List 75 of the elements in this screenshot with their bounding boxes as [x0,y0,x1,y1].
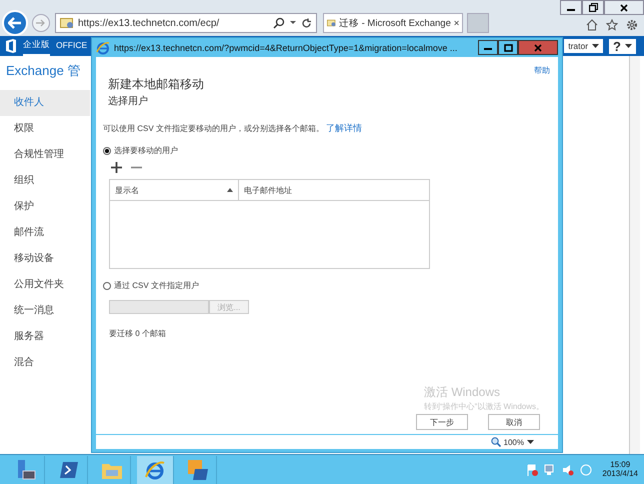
app-bar-link[interactable]: 企业版 [23,36,50,56]
zoom-icon[interactable] [490,437,501,447]
restore-button[interactable] [582,0,604,15]
sidebar-item[interactable]: 合规性管理 [0,142,90,168]
page-icon [327,17,336,29]
browser-icon [144,458,166,480]
caret-icon [592,44,600,48]
sidebar-item[interactable]: 移动设备 [0,246,90,272]
dialog-heading: 新建本地邮箱移动 [108,76,205,93]
clock-date[interactable]: 2013/4/14 [602,470,638,478]
minimize-button[interactable] [478,40,498,55]
server-icon [15,458,37,480]
page-icon [60,17,74,29]
sidebar-item[interactable]: 权限 [0,116,90,142]
sidebar-item[interactable]: 服务器 [0,324,90,350]
caret-icon [625,44,632,48]
caret-icon[interactable] [289,20,297,26]
office-logo-icon[interactable] [5,39,17,53]
add-icon[interactable] [111,162,122,173]
refresh-icon[interactable] [301,18,312,28]
close-icon [534,44,542,52]
help-link[interactable]: 帮助 [534,65,550,76]
dialog-subheading: 选择用户 [108,94,149,108]
close-button[interactable] [604,0,644,15]
minimize-button[interactable] [560,0,582,15]
dialog-button[interactable]: 下一步 [416,414,468,430]
file-path-field[interactable] [109,300,209,314]
close-icon[interactable] [454,19,459,27]
description-text: 可以使用 CSV 文件指定要移动的用户，或分别选择各个邮箱。 [103,123,324,134]
dialog-button[interactable]: 取消 [488,414,540,430]
address-field[interactable]: https://ex13.technetcn.com/ecp/ [55,13,317,33]
radio-option[interactable]: 通过 CSV 文件指定用户 [103,280,550,291]
scrollbar[interactable] [629,56,640,454]
settings-icon[interactable] [626,19,638,31]
sidebar-item[interactable]: 收件人 [0,90,90,116]
caret-icon[interactable] [527,440,534,444]
sidebar-item[interactable]: 组织 [0,168,90,194]
radio-button[interactable] [103,146,111,154]
activation-notice-text: 转到“操作中心”以激活 Windows。 [424,401,544,412]
flag-icon[interactable] [526,464,538,476]
sidebar-item[interactable]: 保护 [0,194,90,220]
activation-notice-title: 激活 Windows [424,384,501,401]
browser-icon [96,40,110,54]
sidebar-item[interactable]: 统一消息 [0,298,90,324]
forward-arrow-icon [36,19,46,27]
clock-time[interactable]: 15:09 [610,460,630,470]
taskbar-button[interactable] [137,456,174,484]
terminal-icon [59,460,79,478]
exchange-shell-icon [187,458,209,480]
browser-tab[interactable]: 迁移 - Microsoft Exchange [323,13,463,33]
restore-icon [588,3,598,12]
zoom-level[interactable]: 100% [504,438,524,446]
search-icon[interactable] [273,17,285,29]
radio-option[interactable]: 选择要移动的用户 [103,145,550,156]
app-title: Exchange 管 [5,62,82,80]
home-icon[interactable] [586,19,598,31]
maximize-icon [504,44,512,52]
mailbox-count: 要迁移 0 个邮箱 [109,328,167,339]
column-header[interactable]: 电子邮件地址 [239,180,429,200]
learn-more-link[interactable]: 了解详情 [326,122,362,135]
close-icon [620,4,628,12]
app-bar-link[interactable]: OFFICE [56,37,88,55]
star-icon[interactable] [606,19,618,31]
sidebar-item[interactable]: 邮件流 [0,220,90,246]
maximize-button[interactable] [498,40,518,55]
user-menu[interactable]: trator [564,39,604,53]
column-header[interactable]: 显示名 [110,180,239,200]
back-button[interactable] [2,10,28,36]
back-arrow-icon [8,17,22,29]
sidebar-item[interactable]: 混合 [0,350,90,376]
help-menu[interactable]: ? [609,38,636,54]
window-title: https://ex13.technetcn.com/?pwmcid=4&ReturnObjectType=1&migration=localmove ... [114,42,458,52]
sidebar-item[interactable]: 公用文件夹 [0,272,90,298]
radio-button[interactable] [103,282,111,290]
speaker-icon[interactable] [562,464,574,476]
